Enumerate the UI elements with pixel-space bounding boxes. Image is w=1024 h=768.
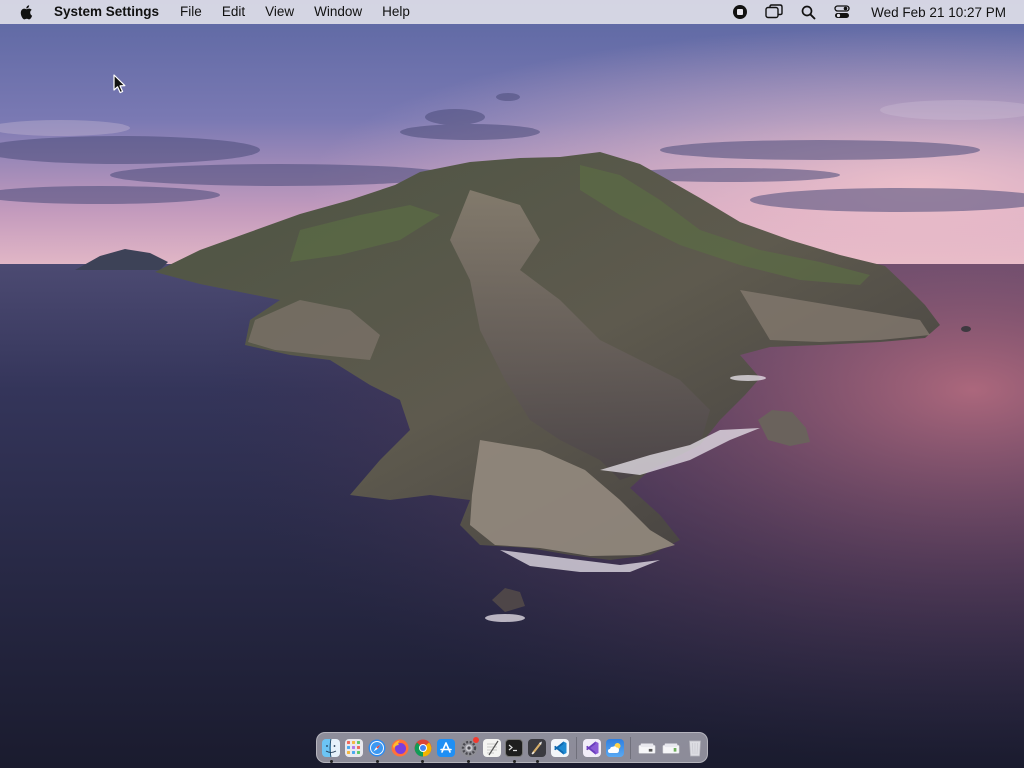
view-menu[interactable]: View [255,0,304,24]
dock-launchpad[interactable] [344,737,365,758]
screen-mirroring-icon[interactable] [765,3,783,21]
running-indicator [421,760,425,763]
finder-icon [322,738,341,757]
dock-separator [630,736,632,759]
vscode-icon [551,738,570,757]
firefox-icon [391,739,409,757]
desktop-wallpaper [0,0,1024,768]
edit-menu[interactable]: Edit [212,0,255,24]
dock-firefox[interactable] [390,737,411,758]
running-indicator [512,760,516,763]
dock-safari[interactable] [367,737,388,763]
dock-chrome[interactable] [413,737,434,763]
control-center-icon[interactable] [833,3,851,21]
running-indicator [467,760,471,763]
documents-folder-icon [662,739,680,757]
running-indicator [329,760,333,763]
dock-terminal[interactable] [504,737,525,763]
dock-visual-studio[interactable] [582,737,603,758]
spotlight-search-icon[interactable] [799,3,817,21]
help-menu[interactable]: Help [372,0,420,24]
app-store-icon [436,738,455,757]
dock-system-settings[interactable] [458,737,480,763]
file-menu[interactable]: File [170,0,212,24]
apple-menu-icon[interactable] [18,4,34,20]
dock-trash[interactable] [684,737,705,758]
dock-textedit[interactable] [481,737,502,758]
visual-studio-icon [583,738,602,757]
safari-icon [368,739,386,757]
launchpad-icon [345,738,364,757]
screen-record-icon[interactable] [731,3,749,21]
dock [316,732,708,763]
dock-documents-stack[interactable] [660,737,682,758]
dock-separator [575,736,577,759]
running-indicator [535,760,539,763]
mouse-pointer-icon [113,74,127,94]
menu-bar: System Settings File Edit View Window He… [0,0,1024,24]
app-name-menu[interactable]: System Settings [54,0,170,24]
window-menu[interactable]: Window [304,0,372,24]
dock-finder[interactable] [321,737,342,763]
trash-icon [686,739,704,757]
dock-downloads-stack[interactable] [636,737,658,758]
terminal-icon [505,738,524,757]
weather-icon [605,738,624,757]
dock-weather[interactable] [605,737,626,758]
chrome-icon [414,739,432,757]
dock-vscode[interactable] [550,737,571,758]
dock-script-editor[interactable] [527,737,548,763]
downloads-folder-icon [638,739,656,757]
notification-badge [473,737,480,743]
running-indicator [375,760,379,763]
script-editor-icon [528,738,547,757]
dock-app-store[interactable] [435,737,456,758]
menu-bar-clock[interactable]: Wed Feb 21 10:27 PM [871,5,1006,20]
textedit-icon [482,738,501,757]
